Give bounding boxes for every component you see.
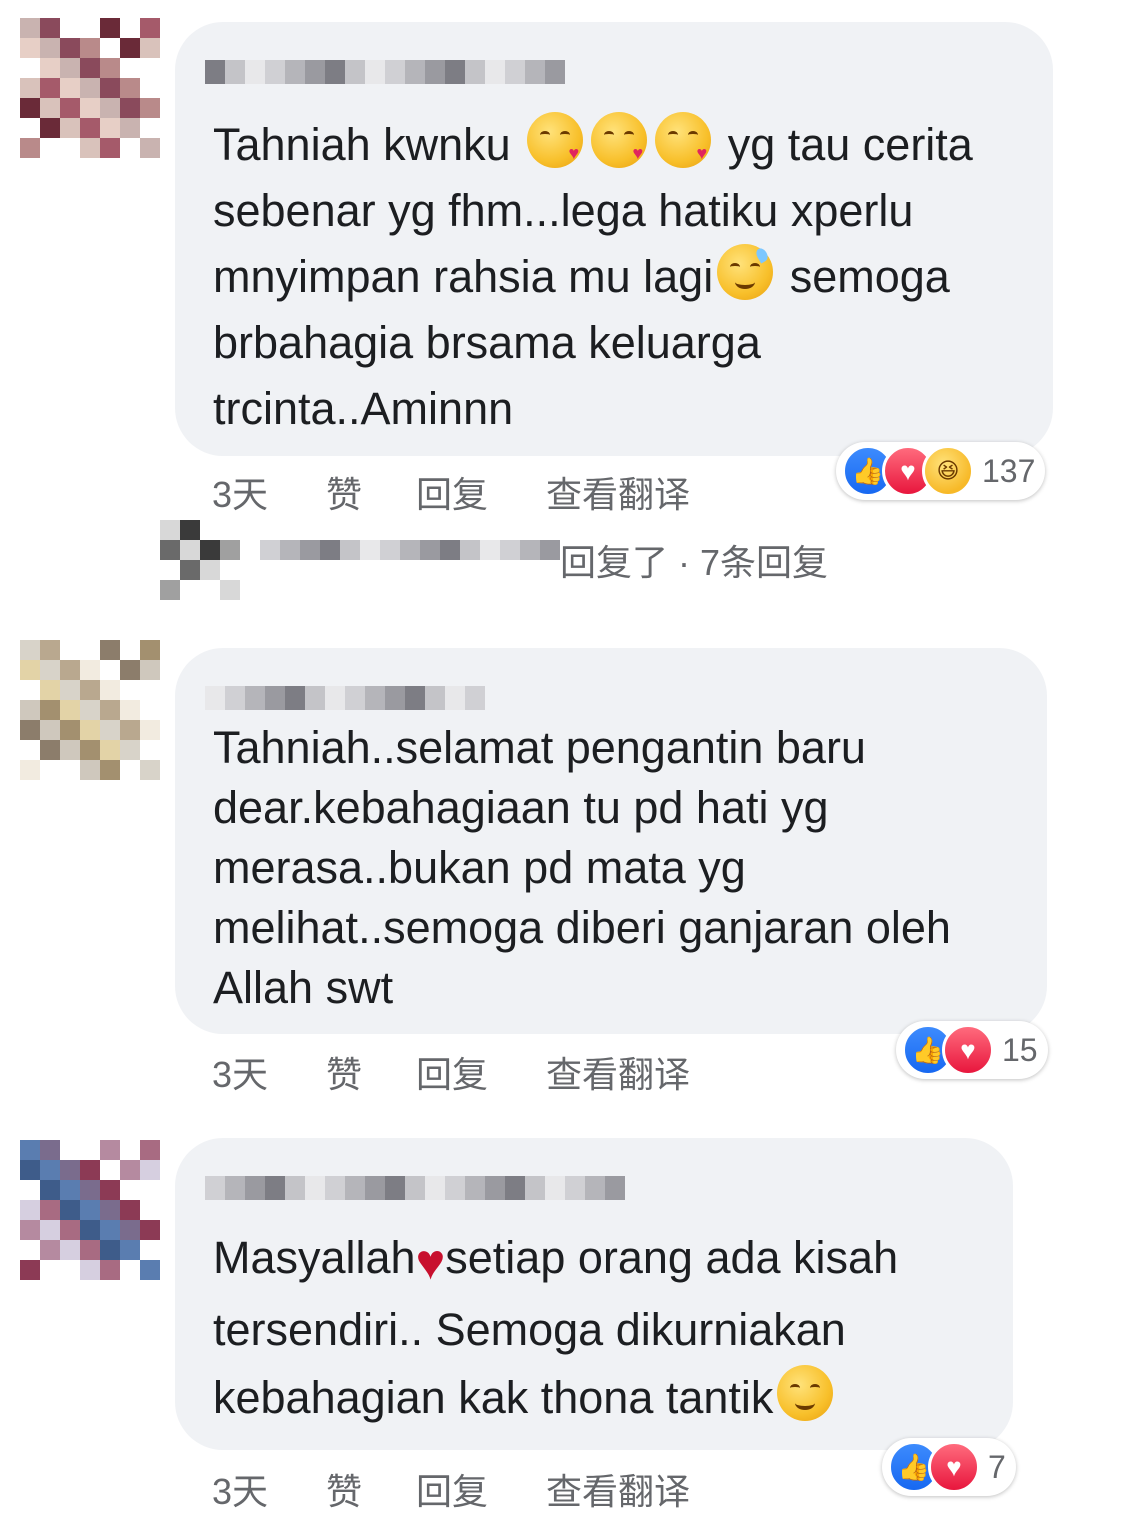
like-button[interactable]: 赞 (326, 1046, 416, 1098)
comment-text: Tahniah..selamat pengantin baru dear.keb… (213, 722, 951, 1013)
author-name-blurred[interactable] (205, 60, 565, 84)
kissing-heart-emoji-icon: ♥ (527, 112, 584, 168)
reply-button[interactable]: 回复 (416, 466, 546, 518)
reply-button[interactable]: 回复 (416, 1463, 546, 1515)
reaction-count: 137 (982, 452, 1036, 489)
timestamp[interactable]: 3天 (212, 1463, 326, 1515)
timestamp[interactable]: 3天 (212, 1046, 326, 1098)
author-name-blurred[interactable] (205, 686, 485, 710)
see-translation-button[interactable]: 查看翻译 (546, 466, 690, 518)
reactions-summary[interactable]: 👍 ♥ 7 (882, 1438, 1016, 1496)
view-replies-row[interactable]: 回复了 · 7条回复 (160, 520, 860, 600)
reactions-summary[interactable]: 👍 ♥ 😆 137 (836, 442, 1046, 500)
love-reaction-icon: ♥ (928, 1441, 980, 1493)
see-translation-button[interactable]: 查看翻译 (546, 1046, 690, 1098)
avatar[interactable] (20, 1140, 160, 1280)
avatar[interactable] (20, 640, 160, 780)
comment-text-part: Tahniah kwnku (213, 119, 524, 170)
reply-button[interactable]: 回复 (416, 1046, 546, 1098)
reply-avatar (160, 520, 240, 600)
comment-actions: 3天 赞 回复 查看翻译 (212, 1463, 690, 1515)
comment-bubble: Tahniah kwnku ♥ ♥ ♥ yg tau cerita sebenar … (175, 22, 1053, 456)
reply-author-name-blurred (260, 540, 560, 580)
comment-text: Tahniah kwnku ♥ ♥ ♥ yg tau cerita sebenar … (213, 112, 1023, 442)
view-replies-link[interactable]: 回复了 · 7条回复 (560, 534, 828, 586)
reactions-summary[interactable]: 👍 ♥ 15 (896, 1021, 1048, 1079)
author-name-blurred[interactable] (205, 1176, 625, 1200)
kissing-heart-emoji-icon: ♥ (591, 112, 648, 168)
comment-text: Masyallah♥setiap orang ada kisah tersend… (213, 1224, 983, 1432)
comment-bubble: Tahniah..selamat pengantin baru dear.keb… (175, 648, 1047, 1034)
comment-text-part: Masyallah (213, 1232, 416, 1283)
sweat-smile-emoji-icon (717, 244, 774, 300)
see-translation-button[interactable]: 查看翻译 (546, 1463, 690, 1515)
comment-bubble: Masyallah♥setiap orang ada kisah tersend… (175, 1138, 1013, 1450)
comment-actions: 3天 赞 回复 查看翻译 (212, 1046, 690, 1098)
like-button[interactable]: 赞 (326, 1463, 416, 1515)
red-heart-emoji-icon: ♥ (415, 1234, 446, 1290)
reaction-count: 7 (988, 1448, 1006, 1485)
haha-reaction-icon: 😆 (922, 445, 974, 497)
like-button[interactable]: 赞 (326, 466, 416, 518)
smiling-emoji-icon (777, 1365, 834, 1421)
comment-actions: 3天 赞 回复 查看翻译 (212, 466, 690, 518)
avatar[interactable] (20, 18, 160, 158)
reaction-count: 15 (1002, 1031, 1038, 1068)
kissing-heart-emoji-icon: ♥ (655, 112, 712, 168)
timestamp[interactable]: 3天 (212, 466, 326, 518)
love-reaction-icon: ♥ (942, 1024, 994, 1076)
